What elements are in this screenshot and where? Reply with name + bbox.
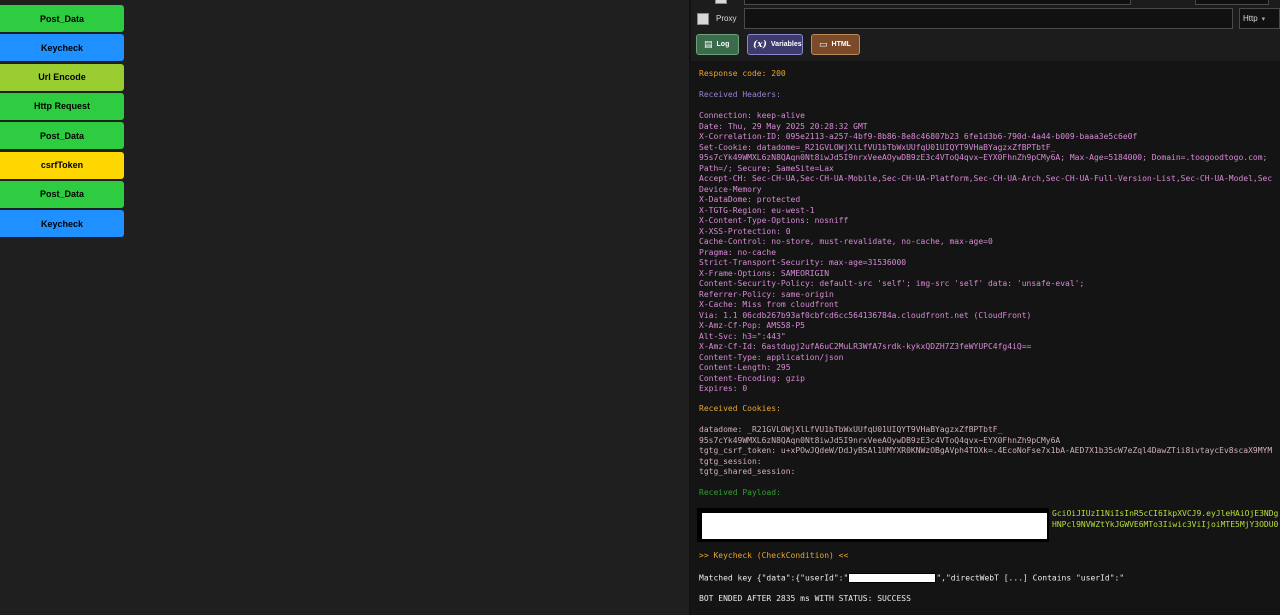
header-line: Via: 1.1 06cdb267b93af0cbfcd6cc564136784… [699,310,1032,320]
header-line: Path=/; Secure; SameSite=Lax [699,163,834,173]
received-headers-title: Received Headers: [699,90,781,99]
top-input[interactable] [744,0,1131,5]
header-line: X-Amz-Cf-Pop: AMS58-P5 [699,321,805,330]
proxy-type-select[interactable]: Http ▾ [1239,8,1280,29]
variables-icon: (x) [753,39,767,50]
response-code: Response code: 200 [699,69,786,78]
tab-html[interactable]: ▭ HTML [811,34,860,55]
cookie-line: tgtg_session: [699,456,762,466]
block-keycheck[interactable]: Keycheck [0,34,124,62]
block-csrftoken[interactable]: csrfToken [0,151,124,179]
chevron-down-icon: ▾ [1261,14,1266,23]
block-keycheck[interactable]: Keycheck [0,210,124,238]
header-line: X-XSS-Protection: 0 [699,226,791,236]
debugger-pane: Proxy Http ▾ ▤ Log (x) Variables ▭ HTML … [691,0,1280,615]
header-line: Referrer-Policy: same-origin [699,289,834,299]
matched-key-prefix: Matched key {"data":{"userId":" [699,573,849,583]
keycheck-title: >> Keycheck (CheckCondition) << [699,551,849,560]
header-line: X-DataDome: protected [699,195,801,204]
header-line: X-Cache: Miss from cloudfront [699,300,839,309]
top-checkbox[interactable] [715,0,727,4]
block-post-data[interactable]: Post_Data [0,122,124,150]
received-cookies-title: Received Cookies: [699,404,781,413]
matched-key-suffix: ","directWebT [...] Contains "userId":" [936,573,1125,583]
header-line: Content-Encoding: gzip [699,373,805,383]
tab-variables-label: Variables [770,41,802,48]
header-line: Expires: 0 [699,384,748,393]
header-line: X-Content-Type-Options: nosniff [699,216,849,225]
proxy-checkbox[interactable] [697,13,709,25]
tab-log-label: Log [716,41,730,48]
block-list-pane: Post_Data Keycheck Url Encode Http Request P… [0,0,690,615]
header-line: Pragma: no-cache [699,247,777,257]
payload-redaction [702,513,1047,539]
header-line: Accept-CH: Sec-CH-UA,Sec-CH-UA-Mobile,Se… [699,174,1273,183]
payload-line-1: GciOiJIUzI1NiIsInR5cCI6IkpXVCJ9.eyJleHAi… [1052,509,1279,518]
header-line: X-Frame-Options: SAMEORIGIN [699,268,830,278]
header-line: Content-Length: 295 [699,363,791,372]
html-icon: ▭ [819,39,828,50]
proxy-type-value: Http [1243,14,1258,23]
matched-key-redaction [848,573,937,583]
header-line: Content-Security-Policy: default-src 'se… [699,279,1085,288]
cookie-line: datadome: _R21GVLOWjXlLfVU1bTbWxUUfqU01U… [699,425,1003,434]
cookie-line: tgtg_csrf_token: u+xPOwJQdeW/DdJyBSAl1UM… [699,446,1273,455]
tab-html-label: HTML [831,41,851,48]
matched-key-line: Matched key {"data":{"userId":" ","direct… [699,573,1124,584]
log-output: Response code: 200 Received Headers: Con… [691,61,1280,615]
tab-log[interactable]: ▤ Log [696,34,739,55]
top-right-input[interactable] [1195,0,1269,5]
header-line: Date: Thu, 29 May 2025 20:28:32 GMT [699,121,868,131]
header-line: Set-Cookie: datadome=_R21GVLOWjXlLfVU1bT… [699,142,1056,152]
header-line: X-Amz-Cf-Id: 6astdugj2ufA6uC2MuLR3WfA7sr… [699,342,1032,351]
header-line: Alt-Svc: h3=":443" [699,331,786,341]
block-url-encode[interactable]: Url Encode [0,63,124,91]
bot-status: BOT ENDED AFTER 2835 ms WITH STATUS: SUC… [699,594,911,603]
proxy-input[interactable] [744,8,1233,29]
header-line: X-Correlation-ID: 095e2113-a257-4bf9-8b8… [699,132,1138,141]
block-post-data[interactable]: Post_Data [0,5,124,32]
log-icon: ▤ [704,39,713,50]
header-line: Connection: keep-alive [699,111,805,120]
tab-variables[interactable]: (x) Variables [747,34,803,55]
block-post-data[interactable]: Post_Data [0,180,124,208]
header-line: 95s7cYk49WMXL6zN8QAqn0Nt8iwJd5I9nrxVeeAO… [699,153,1268,162]
header-line: Device-Memory [699,184,762,194]
cookie-line: 95s7cYk49WMXL6zN8QAqn0Nt8iwJd5I9nrxVeeAO… [699,435,1061,445]
cookie-line: tgtg_shared_session: [699,467,796,476]
proxy-label: Proxy [716,14,737,23]
received-payload-title: Received Payload: [699,488,781,497]
payload-line-2: HNPcl9NVWZtYkJGWVE6MTo3Iiwic3ViIjoiMTE5M… [1052,520,1279,529]
header-line: Strict-Transport-Security: max-age=31536… [699,258,907,267]
header-line: Cache-Control: no-store, must-revalidate… [699,237,993,246]
header-line: Content-Type: application/json [699,352,844,362]
header-line: X-TGTG-Region: eu-west-1 [699,205,815,215]
block-http-request[interactable]: Http Request [0,92,124,120]
